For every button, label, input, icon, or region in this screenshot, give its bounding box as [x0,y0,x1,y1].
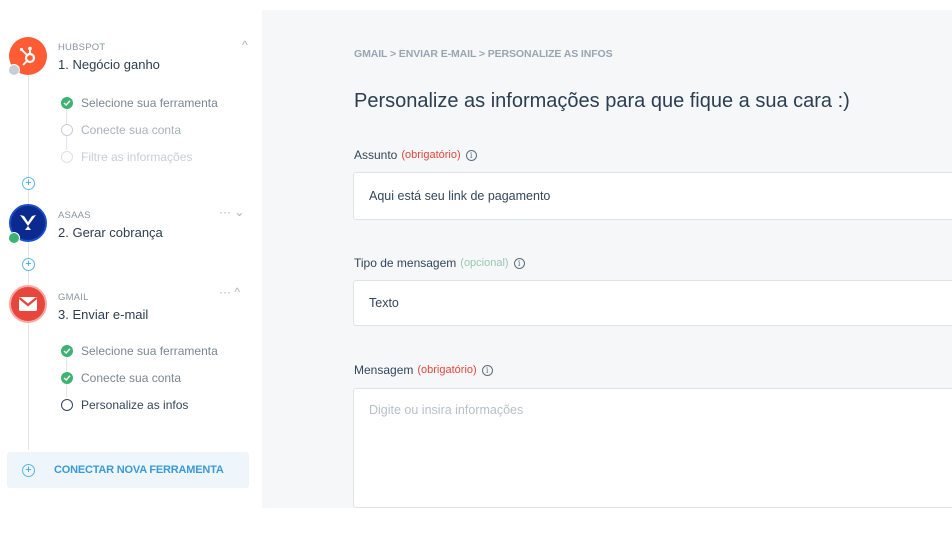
add-step-plus-icon[interactable]: + [22,177,35,190]
substep-item[interactable]: Conecte sua conta [61,370,181,386]
message-type-select[interactable]: Texto [353,280,952,326]
substep-label: Selecione sua ferramenta [81,96,218,110]
step-menu-collapse-icon[interactable]: ··· ^ [219,285,240,299]
check-icon [61,97,73,109]
message-placeholder: Digite ou insira informações [369,403,524,417]
field-label-text: Tipo de mensagem [354,256,457,270]
substep-item[interactable]: Conecte sua conta [61,122,181,138]
info-icon[interactable]: i [481,364,493,376]
main-panel: GMAIL > ENVIAR E-MAIL > PERSONALIZE AS I… [262,10,952,508]
empty-circle-icon [61,151,73,163]
substep-label: Filtre as informações [81,150,193,164]
step-name: 3. Enviar e-mail [58,307,149,322]
plus-icon: + [22,463,35,477]
substep-item[interactable]: Personalize as infos [61,397,188,413]
collapse-chevron-icon[interactable]: ^ [242,38,248,52]
message-textarea[interactable]: Digite ou insira informações [353,388,952,508]
add-step-plus-icon[interactable]: + [22,258,35,271]
substep-label: Conecte sua conta [81,371,182,385]
message-type-label: Tipo de mensagem (opcional) i [354,256,525,270]
message-label: Mensagem (obrigatório) i [354,363,493,377]
substep-label: Selecione sua ferramenta [81,344,218,358]
subject-input[interactable]: Aqui está seu link de pagamento [353,172,952,220]
substep-label: Personalize as infos [81,398,189,412]
check-icon [61,372,73,384]
subject-label: Assunto (obrigatório) i [354,148,477,162]
connect-new-tool-button[interactable]: + CONECTAR NOVA FERRAMENTA [7,452,249,488]
step-menu-expand-icon[interactable]: ··· ⌄ [219,205,244,219]
info-icon[interactable]: i [465,149,477,161]
step-name: 2. Gerar cobrança [58,225,163,240]
step-kicker: HUBSPOT [58,42,106,53]
step-kicker: GMAIL [58,292,89,303]
gmail-icon [9,285,47,323]
pending-badge-icon [8,64,20,76]
check-icon [61,345,73,357]
connect-new-tool-label: CONECTAR NOVA FERRAMENTA [54,464,224,476]
required-hint: (obrigatório) [417,364,477,376]
message-type-value: Texto [369,296,399,310]
sidebar: HUBSPOT 1. Negócio ganho ^ Selecione sua… [0,0,262,508]
check-badge-icon [8,232,20,244]
subject-value: Aqui está seu link de pagamento [369,189,551,203]
info-icon[interactable]: i [513,257,525,269]
substep-label: Conecte sua conta [81,123,182,137]
required-hint: (obrigatório) [401,149,461,161]
optional-hint: (opcional) [460,257,509,269]
current-circle-icon [61,399,73,411]
field-label-text: Mensagem [354,363,414,377]
empty-circle-icon [61,124,73,136]
field-label-text: Assunto [354,148,398,162]
page-title: Personalize as informações para que fiqu… [354,90,850,112]
substep-item[interactable]: Selecione sua ferramenta [61,95,218,111]
substep-item[interactable]: Filtre as informações [61,149,192,165]
step-kicker: ASAAS [58,210,91,221]
substep-item[interactable]: Selecione sua ferramenta [61,343,218,359]
step-name: 1. Negócio ganho [58,57,160,72]
breadcrumb: GMAIL > ENVIAR E-MAIL > PERSONALIZE AS I… [354,48,613,60]
